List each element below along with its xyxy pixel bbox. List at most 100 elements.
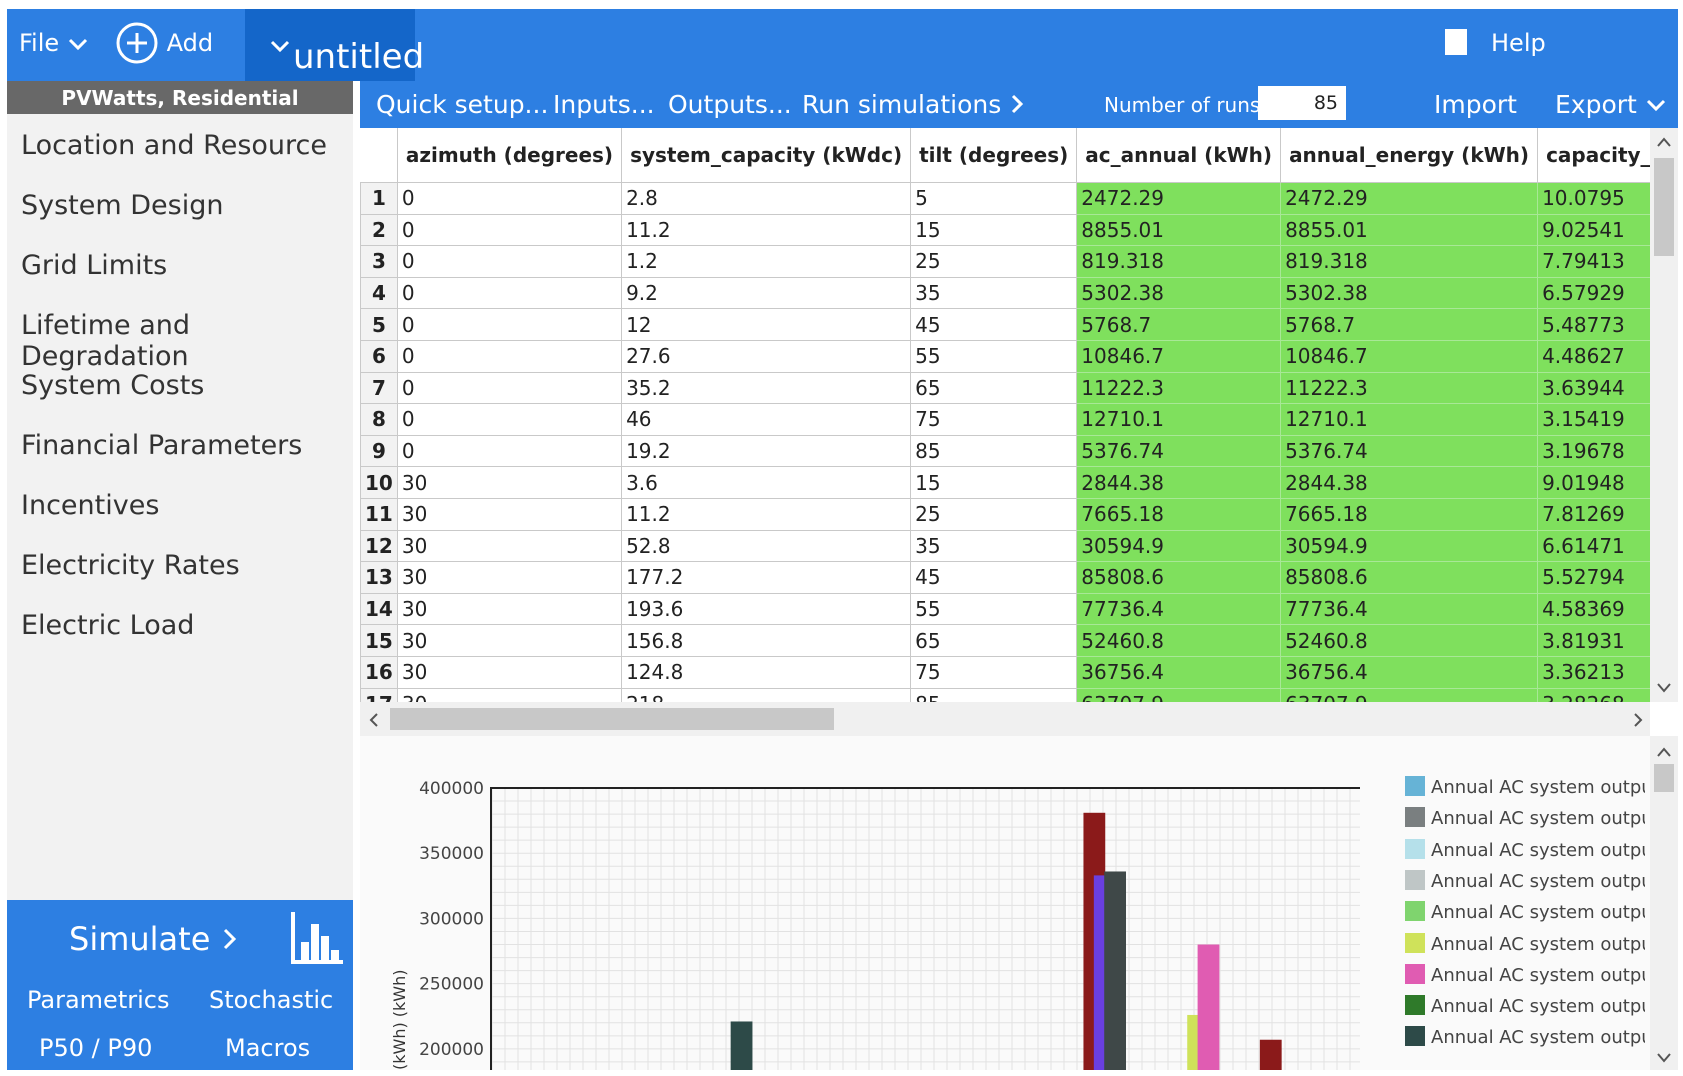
result-cell[interactable]: 9.01948 [1537,466,1650,499]
p50-p90-button[interactable]: P50 / P90 [39,1034,152,1062]
input-cell[interactable]: 85 [910,687,1078,702]
result-cell[interactable]: 819.318 [1280,245,1539,278]
result-cell[interactable]: 8855.01 [1076,213,1282,247]
result-cell[interactable]: 30594.9 [1280,529,1539,563]
row-number[interactable]: 1 [360,182,398,215]
sidebar-item-location[interactable]: Location and Resource [21,130,327,161]
input-cell[interactable]: 0 [396,308,623,341]
input-cell[interactable]: 15 [910,466,1078,499]
row-number[interactable]: 6 [360,339,398,373]
sidebar-item-incentives[interactable]: Incentives [21,490,159,521]
input-cell[interactable]: 75 [910,403,1078,436]
quick-setup-button[interactable]: Quick setup... [376,90,548,119]
result-cell[interactable]: 3.36213 [1537,655,1650,689]
result-cell[interactable]: 63707.9 [1280,687,1539,702]
scrollbar-thumb[interactable] [1654,158,1674,256]
row-number[interactable]: 12 [360,529,398,563]
sidebar-item-financial[interactable]: Financial Parameters [21,430,302,461]
chevron-up-icon[interactable] [1656,746,1672,758]
export-button[interactable]: Export [1555,90,1667,119]
input-cell[interactable]: 0 [396,434,623,468]
notebook-icon[interactable] [1443,27,1469,57]
column-header[interactable]: ac_annual (kWh) [1076,128,1282,183]
result-cell[interactable]: 4.58369 [1537,592,1650,626]
stochastic-button[interactable]: Stochastic [209,986,333,1014]
sidebar-item-system-costs[interactable]: System Costs [21,370,204,401]
legend-item[interactable]: Annual AC system output : [1405,901,1645,923]
result-cell[interactable]: 5302.38 [1280,276,1539,310]
chevron-down-icon[interactable] [1656,1052,1672,1064]
result-cell[interactable]: 10846.7 [1280,339,1539,373]
result-cell[interactable]: 52460.8 [1076,624,1282,657]
histogram-icon[interactable] [289,910,345,966]
result-cell[interactable]: 12710.1 [1280,403,1539,436]
result-cell[interactable]: 4.48627 [1537,339,1650,373]
input-cell[interactable]: 11.2 [621,497,912,531]
input-cell[interactable]: 0 [396,276,623,310]
row-number[interactable]: 13 [360,561,398,594]
result-cell[interactable]: 11222.3 [1280,371,1539,405]
chevron-left-icon[interactable] [368,712,380,728]
input-cell[interactable]: 218 [621,687,912,702]
input-cell[interactable]: 12 [621,308,912,341]
legend-item[interactable]: Annual AC system output : [1405,869,1645,892]
input-cell[interactable]: 0 [396,403,623,436]
row-number[interactable]: 4 [360,276,398,310]
result-cell[interactable]: 7665.18 [1076,497,1282,531]
result-cell[interactable]: 3.19678 [1537,434,1650,468]
input-cell[interactable]: 9.2 [621,276,912,310]
macros-button[interactable]: Macros [225,1034,310,1062]
sidebar-item-electricity-rates[interactable]: Electricity Rates [21,550,240,581]
result-cell[interactable]: 30594.9 [1076,529,1282,563]
input-cell[interactable]: 1.2 [621,245,912,278]
row-number[interactable]: 16 [360,655,398,689]
legend-item[interactable]: Annual AC system output : [1405,932,1645,955]
input-cell[interactable]: 45 [910,561,1078,594]
result-cell[interactable]: 3.63944 [1537,371,1650,405]
input-cell[interactable]: 30 [396,687,623,702]
result-cell[interactable]: 85808.6 [1076,561,1282,594]
input-cell[interactable]: 0 [396,182,623,215]
result-cell[interactable]: 5.52794 [1537,561,1650,594]
input-cell[interactable]: 27.6 [621,339,912,373]
result-cell[interactable]: 2472.29 [1076,182,1282,215]
input-cell[interactable]: 30 [396,529,623,563]
input-cell[interactable]: 35.2 [621,371,912,405]
input-cell[interactable]: 25 [910,245,1078,278]
input-cell[interactable]: 65 [910,624,1078,657]
result-cell[interactable]: 3.81931 [1537,624,1650,657]
result-cell[interactable]: 2472.29 [1280,182,1539,215]
row-number[interactable]: 7 [360,371,398,405]
input-cell[interactable]: 65 [910,371,1078,405]
input-cell[interactable]: 30 [396,624,623,657]
grid-horizontal-scrollbar[interactable] [360,702,1650,736]
result-cell[interactable]: 7665.18 [1280,497,1539,531]
input-cell[interactable]: 30 [396,561,623,594]
column-header[interactable]: system_capacity (kWdc) [621,128,912,183]
result-cell[interactable]: 7.79413 [1537,245,1650,278]
run-simulations-button[interactable]: Run simulations [802,90,1025,119]
result-cell[interactable]: 2844.38 [1076,466,1282,499]
number-of-runs-input[interactable] [1258,86,1346,120]
input-cell[interactable]: 46 [621,403,912,436]
result-cell[interactable]: 77736.4 [1076,592,1282,626]
legend-item[interactable]: Annual AC system output : [1405,807,1645,829]
result-cell[interactable]: 819.318 [1076,245,1282,278]
input-cell[interactable]: 5 [910,182,1078,215]
input-cell[interactable]: 35 [910,529,1078,563]
result-cell[interactable]: 10846.7 [1076,339,1282,373]
legend-item[interactable]: Annual AC system output : [1405,995,1645,1017]
legend-item[interactable]: Annual AC system output : [1405,963,1645,986]
result-cell[interactable]: 12710.1 [1076,403,1282,436]
row-number[interactable]: 3 [360,245,398,278]
sidebar-item-system-design[interactable]: System Design [21,190,224,221]
input-cell[interactable]: 156.8 [621,624,912,657]
row-number[interactable]: 15 [360,624,398,657]
column-header[interactable]: tilt (degrees) [910,128,1078,183]
inputs-button[interactable]: Inputs... [553,90,655,119]
input-cell[interactable]: 2.8 [621,182,912,215]
result-cell[interactable]: 8855.01 [1280,213,1539,247]
row-number[interactable]: 8 [360,403,398,436]
input-cell[interactable]: 30 [396,592,623,626]
grid-vertical-scrollbar[interactable] [1650,128,1678,702]
